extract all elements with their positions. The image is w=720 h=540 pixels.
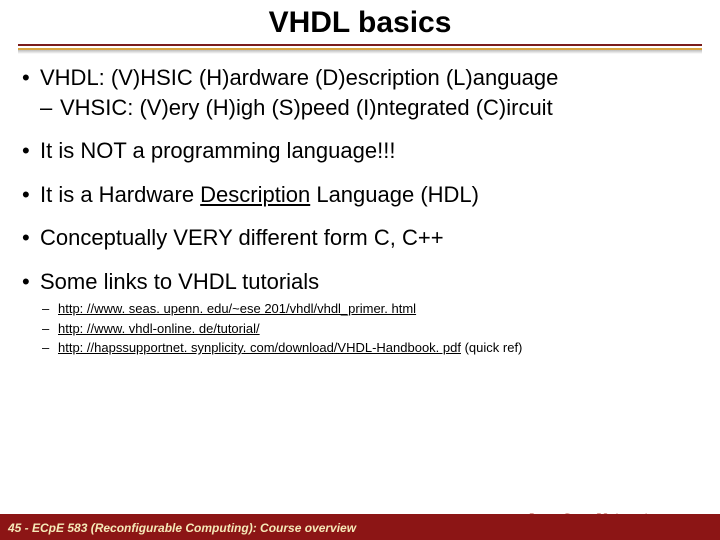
tutorial-link-3[interactable]: http: //hapssupportnet. synplicity. com/… [58,340,461,355]
content-area: VHDL: (V)HSIC (H)ardware (D)escription (… [0,54,720,358]
title-area: VHDL basics [0,0,720,40]
bullet-conceptually: Conceptually VERY different form C, C++ [18,224,702,252]
tutorial-link-1[interactable]: http: //www. seas. upenn. edu/~ese 201/v… [58,301,416,316]
underlined-word: Description [200,182,310,207]
bullet-text: It is NOT a programming language!!! [40,138,395,163]
slide: VHDL basics VHDL: (V)HSIC (H)ardware (D)… [0,0,720,540]
bullet-hdl: It is a Hardware Description Language (H… [18,181,702,209]
link-note: (quick ref) [461,340,522,355]
slide-title: VHDL basics [269,6,452,40]
subbullet-text: VHSIC: (V)ery (H)igh (S)peed (I)ntegrate… [60,95,553,120]
bullet-text: VHDL: (V)HSIC (H)ardware (D)escription (… [40,65,558,90]
bullet-not-programming: It is NOT a programming language!!! [18,137,702,165]
footer-text: 45 - ECpE 583 (Reconfigurable Computing)… [8,521,356,535]
bullet-vhdl-acronym: VHDL: (V)HSIC (H)ardware (D)escription (… [18,64,702,121]
link-item-2: http: //www. vhdl-online. de/tutorial/ [40,319,702,339]
link-item-3: http: //hapssupportnet. synplicity. com/… [40,338,702,358]
title-rule [0,44,720,54]
bullet-text: Conceptually VERY different form C, C++ [40,225,444,250]
tutorial-link-2[interactable]: http: //www. vhdl-online. de/tutorial/ [58,321,260,336]
subbullet-vhsic: VHSIC: (V)ery (H)igh (S)peed (I)ntegrate… [40,94,702,122]
bullet-text: Some links to VHDL tutorials [40,269,319,294]
link-item-1: http: //www. seas. upenn. edu/~ese 201/v… [40,299,702,319]
bullet-links-intro: Some links to VHDL tutorials http: //www… [18,268,702,358]
footer-bar: 45 - ECpE 583 (Reconfigurable Computing)… [0,514,720,540]
